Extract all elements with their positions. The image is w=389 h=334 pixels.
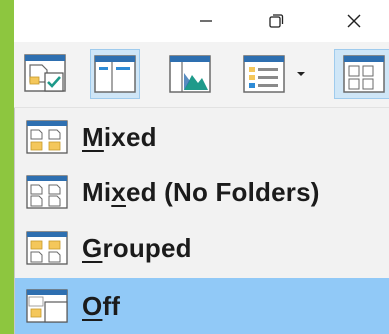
off-icon	[26, 289, 68, 323]
menu-item-mixed-no-folders[interactable]: Mixed (No Folders)	[15, 166, 389, 218]
panes-icon	[94, 55, 136, 93]
menu-item-label: Mixed	[82, 121, 157, 152]
view-toolbar	[14, 42, 389, 108]
check-boxes-button[interactable]	[20, 49, 70, 99]
minimize-icon	[200, 20, 212, 22]
restore-icon	[269, 14, 284, 28]
menu-item-label: Off	[82, 290, 121, 321]
title-bar	[14, 0, 389, 42]
menu-item-label: Mixed (No Folders)	[82, 176, 320, 207]
mixed-no-folders-icon	[26, 175, 68, 209]
file-explorer-window: Mixed Mixed (No Folders) Grouped Off	[14, 0, 389, 334]
grouped-icon	[26, 231, 68, 265]
list-details-icon	[243, 55, 285, 93]
close-icon	[347, 14, 361, 28]
restore-button[interactable]	[241, 0, 311, 42]
menu-item-mixed[interactable]: Mixed	[15, 111, 389, 163]
mixed-icon	[26, 120, 68, 154]
navigation-pane-button[interactable]	[90, 49, 140, 99]
grid-files-icon	[343, 55, 385, 93]
chevron-down-icon	[297, 72, 305, 76]
layout-dropdown-menu: Mixed Mixed (No Folders) Grouped Off	[14, 108, 389, 334]
document-check-icon	[24, 54, 66, 92]
menu-item-grouped[interactable]: Grouped	[15, 222, 389, 274]
menu-item-label: Grouped	[82, 232, 192, 263]
menu-item-off[interactable]: Off	[15, 278, 389, 334]
close-button[interactable]	[319, 0, 389, 42]
minimize-button[interactable]	[171, 0, 241, 42]
preview-pane-button[interactable]	[165, 49, 215, 99]
image-preview-icon	[169, 55, 211, 93]
details-view-button[interactable]	[236, 49, 308, 99]
layout-button[interactable]	[334, 49, 389, 99]
